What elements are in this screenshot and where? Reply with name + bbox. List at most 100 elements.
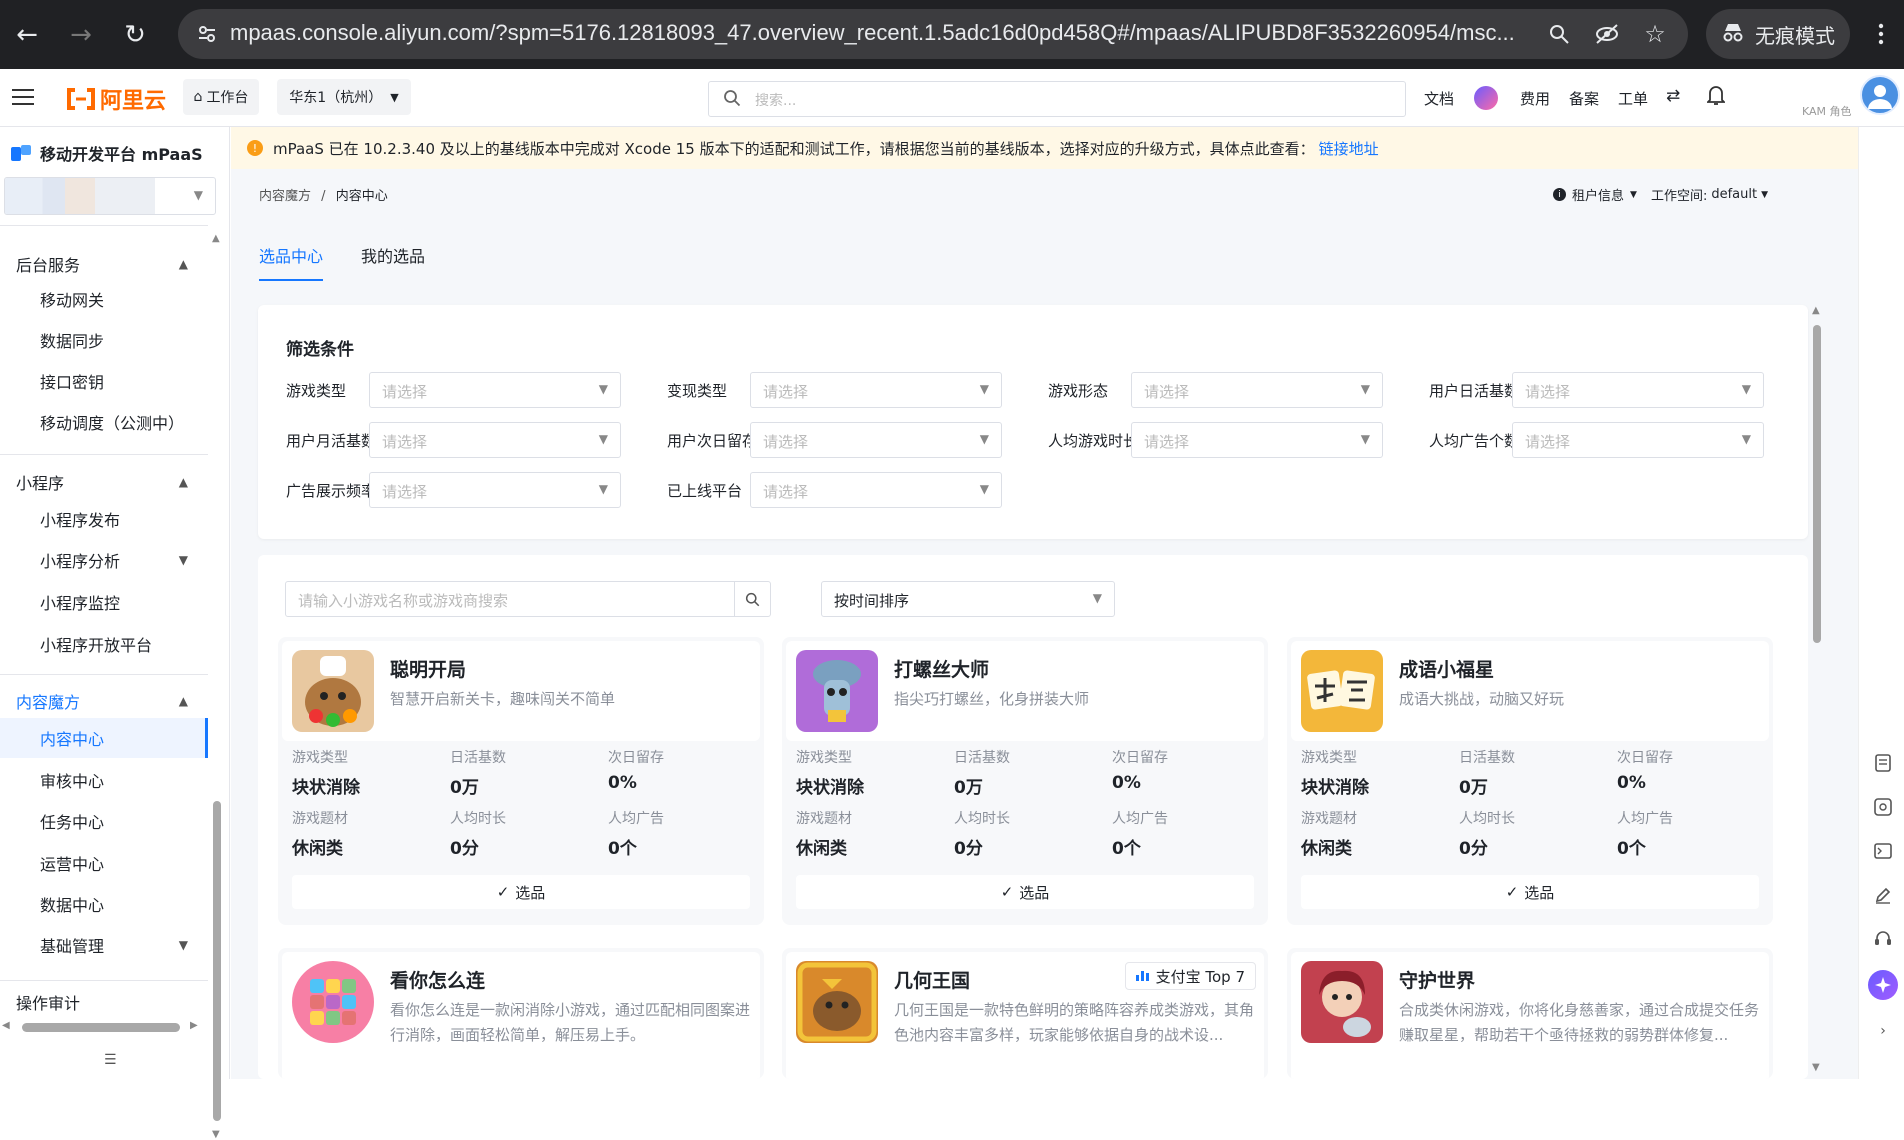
zoom-icon[interactable] [1544, 19, 1574, 49]
address-bar[interactable]: mpaas.console.aliyun.com/?spm=5176.12818… [178, 9, 1688, 59]
chevron-up-icon: ▲ [178, 475, 188, 489]
game-name: 守护世界 [1399, 970, 1476, 992]
browser-menu-icon[interactable] [1868, 14, 1894, 54]
game-name: 几何王国 [894, 970, 971, 992]
filter-select[interactable]: 请选择 ▼ [1131, 422, 1383, 458]
scroll-right-icon: ▶ [190, 1020, 198, 1031]
reload-icon[interactable]: ↻ [116, 16, 154, 54]
select-game-button[interactable]: ✓ 选品 [1301, 875, 1759, 909]
sort-select[interactable]: 按时间排序 ▼ [821, 581, 1115, 617]
sidebar-scrollbar[interactable]: ▲ ▼ [210, 229, 224, 1140]
filter-game-type: 游戏类型 请选择 ▼ [258, 372, 639, 408]
chevron-down-icon: ▼ [598, 432, 608, 446]
filter-select[interactable]: 请选择 ▼ [750, 372, 1002, 408]
sidebar-item-data-center[interactable]: 数据中心 [0, 884, 208, 924]
filter-select[interactable]: 请选择 ▼ [369, 472, 621, 508]
app-selector[interactable]: ▼ [4, 177, 216, 215]
back-icon[interactable]: ← [8, 16, 46, 54]
filter-ads-count: 人均广告个数 请选择 ▼ [1401, 422, 1782, 458]
select-game-button[interactable]: ✓ 选品 [292, 875, 750, 909]
breadcrumb-parent[interactable]: 内容魔方 [259, 189, 311, 204]
sidebar-item-gateway[interactable]: 移动网关 [0, 279, 208, 319]
ai-assistant-icon[interactable] [1868, 970, 1898, 1000]
feedback-icon[interactable] [1872, 752, 1894, 774]
workbench-label: 工作台 [206, 90, 249, 106]
tenant-info-dropdown[interactable]: i 租户信息 ▼ [1553, 185, 1637, 204]
aliyun-logo[interactable]: 阿里云 [66, 83, 166, 115]
tenant-bar: i 租户信息 ▼ 工作空间: default ▼ [1553, 185, 1768, 204]
topbar-link-docs[interactable]: 文档 [1424, 88, 1454, 109]
tab-my-selection[interactable]: 我的选品 [361, 243, 425, 281]
notice-banner: ! mPaaS 已在 10.2.3.40 及以上的基线版本中完成对 Xcode … [231, 127, 1858, 169]
edit-icon[interactable] [1872, 884, 1894, 906]
select-game-button[interactable]: ✓ 选品 [796, 875, 1254, 909]
notice-text: mPaaS 已在 10.2.3.40 及以上的基线版本中完成对 Xcode 15… [273, 139, 1315, 158]
incognito-indicator[interactable]: 无痕模式 [1706, 9, 1850, 59]
filter-title: 筛选条件 [286, 340, 354, 360]
scroll-up-icon: ▲ [212, 233, 220, 244]
logo-text: 阿里云 [100, 89, 167, 114]
search-button[interactable] [734, 582, 770, 616]
collapse-sidebar-icon[interactable]: ☰ [104, 1052, 117, 1068]
filter-select[interactable]: 请选择 ▼ [1131, 372, 1383, 408]
sidebar-item-base-mgmt[interactable]: 基础管理 ▼ [0, 925, 208, 965]
filter-select[interactable]: 请选择 ▼ [750, 472, 1002, 508]
filter-select[interactable]: 请选择 ▼ [369, 372, 621, 408]
sidebar-group-miniprogram[interactable]: 小程序 ▲ [0, 462, 208, 502]
topbar-link-icp[interactable]: 备案 [1569, 88, 1599, 109]
sidebar-item-api-keys[interactable]: 接口密钥 [0, 361, 208, 401]
bookmark-star-icon[interactable]: ☆ [1640, 19, 1670, 49]
game-card: 守护世界 合成类休闲游戏，你将化身慈善家，通过合成提交任务赚取星星，帮助若干个亟… [1287, 948, 1773, 1079]
sidebar-item-mp-publish[interactable]: 小程序发布 [0, 499, 208, 539]
chevron-down-icon: ▼ [598, 482, 608, 496]
topbar-link-ticket[interactable]: 工单 [1618, 88, 1648, 109]
filter-select[interactable]: 请选择 ▼ [1512, 422, 1764, 458]
sidebar-group-audit[interactable]: 操作审计 [0, 982, 208, 1022]
sidebar-item-task-center[interactable]: 任务中心 [0, 801, 208, 841]
bell-icon[interactable] [1705, 84, 1727, 110]
site-info-icon[interactable] [192, 19, 222, 49]
filter-select[interactable]: 请选择 ▼ [1512, 372, 1764, 408]
sidebar-h-scrollbar[interactable]: ◀ ▶ [0, 1020, 210, 1034]
sidebar-group-content-cube[interactable]: 内容魔方 ▲ [0, 681, 208, 721]
forward-icon[interactable]: → [62, 16, 100, 54]
terminal-icon[interactable] [1872, 840, 1894, 862]
eye-off-icon[interactable] [1592, 19, 1622, 49]
chevron-down-icon: ▼ [1092, 591, 1102, 605]
sidebar-item-content-center[interactable]: 内容中心 [0, 718, 208, 758]
workbench-button[interactable]: ⌂ 工作台 [183, 79, 259, 115]
sidebar-item-sync[interactable]: 数据同步 [0, 320, 208, 360]
sidebar-item-mp-analytics[interactable]: 小程序分析 ▼ [0, 540, 208, 580]
game-name: 聪明开局 [390, 659, 467, 681]
filter-select[interactable]: 请选择 ▼ [750, 422, 1002, 458]
sidebar-item-review-center[interactable]: 审核中心 [0, 760, 208, 800]
notice-link[interactable]: 链接地址 [1319, 138, 1379, 159]
hamburger-menu-icon[interactable] [12, 87, 34, 111]
breadcrumb: 内容魔方 / 内容中心 [259, 189, 388, 204]
game-search-input[interactable]: 请输入小游戏名称或游戏商搜索 [285, 581, 771, 617]
url-text[interactable]: mpaas.console.aliyun.com/?spm=5176.12818… [230, 20, 1515, 46]
chevron-right-icon[interactable]: › [1872, 1020, 1894, 1042]
account-role-label: KAM 角色 [1802, 105, 1852, 118]
support-icon[interactable] [1872, 928, 1894, 950]
product-title: 移动开发平台 mPaaS [10, 141, 203, 165]
chevron-up-icon: ▲ [178, 694, 188, 708]
topbar-link-billing[interactable]: 费用 [1520, 88, 1550, 109]
region-selector[interactable]: 华东1（杭州） ▼ [277, 79, 411, 115]
tab-selection-center[interactable]: 选品中心 [259, 243, 324, 281]
sidebar-item-scheduling[interactable]: 移动调度（公测中） [0, 402, 208, 442]
apps-icon[interactable] [1872, 796, 1894, 818]
sidebar-group-backend[interactable]: 后台服务 ▲ [0, 244, 208, 284]
game-name: 看你怎么连 [390, 970, 486, 992]
sidebar-item-ops-center[interactable]: 运营中心 [0, 843, 208, 883]
filter-select[interactable]: 请选择 ▼ [369, 422, 621, 458]
game-icon [796, 961, 878, 1043]
sidebar-item-mp-open[interactable]: 小程序开放平台 [0, 624, 208, 664]
sidebar-item-mp-monitor[interactable]: 小程序监控 [0, 582, 208, 622]
translate-icon[interactable]: ⇄ [1666, 86, 1680, 106]
avatar[interactable] [1860, 75, 1900, 115]
console-search-input[interactable]: 搜索... [708, 81, 1406, 117]
ai-assistant-icon[interactable] [1474, 86, 1498, 110]
workspace-dropdown[interactable]: 工作空间: default ▼ [1651, 185, 1768, 204]
content-scrollbar[interactable]: ▲ ▼ [1810, 305, 1824, 1077]
